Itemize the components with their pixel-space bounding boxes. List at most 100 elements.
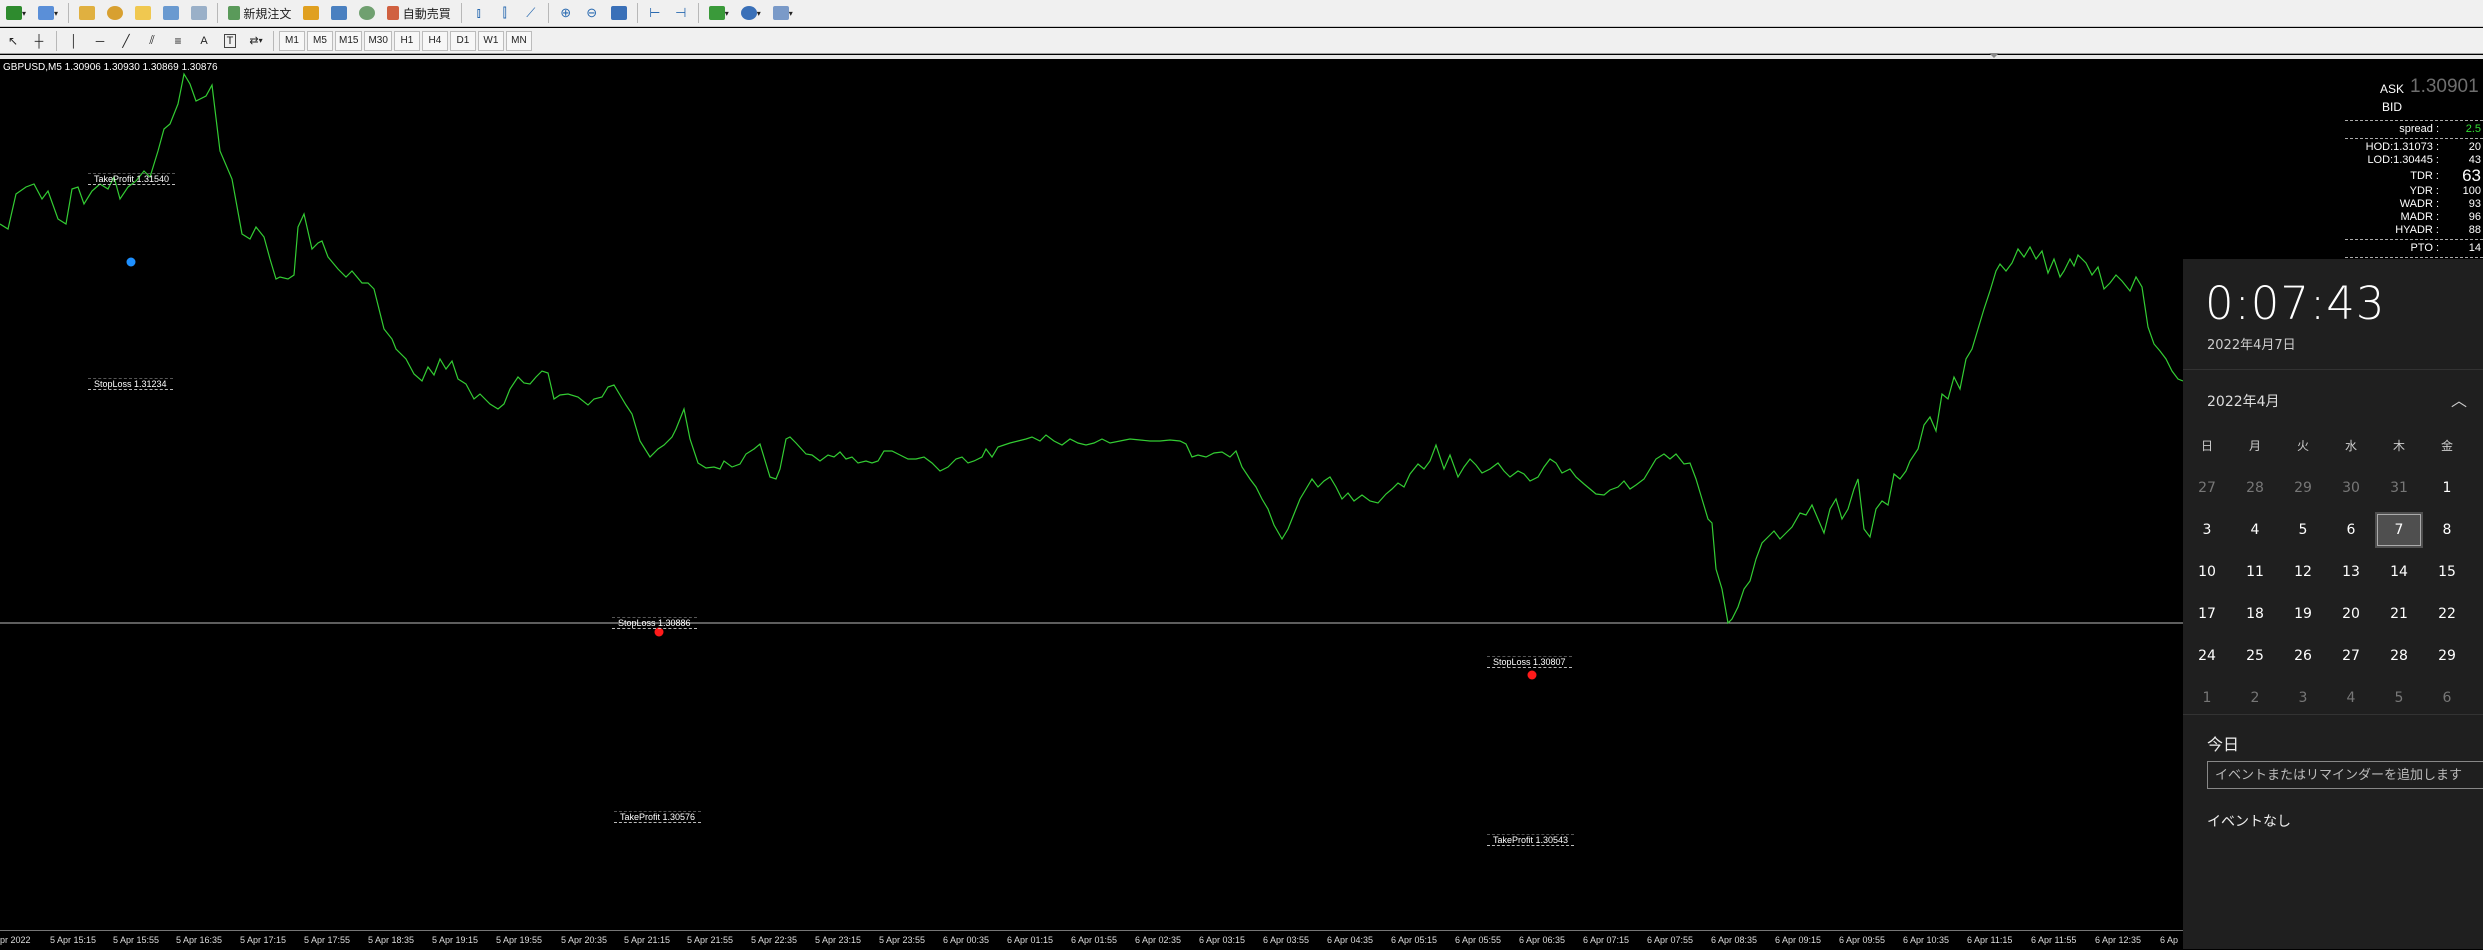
strategy-tester-icon[interactable] <box>187 2 211 24</box>
event-input[interactable] <box>2207 761 2483 789</box>
timeframe-h1-button[interactable]: H1 <box>393 30 420 51</box>
profiles-button[interactable]: ▾ <box>34 2 62 24</box>
cursor-icon[interactable]: ↖ <box>2 30 24 52</box>
calendar-day[interactable]: 20 <box>2327 596 2375 632</box>
calendar-day[interactable]: 6 <box>2327 512 2375 548</box>
calendar-day[interactable]: 24 <box>2183 638 2231 674</box>
chart-shift-marker-icon[interactable] <box>1989 53 1999 58</box>
stop-loss-label[interactable]: StopLoss 1.30886 <box>612 617 697 629</box>
signals-icon[interactable] <box>327 2 351 24</box>
clock-date[interactable]: 2022年4月7日 <box>2207 334 2296 353</box>
calendar-day[interactable]: 5 <box>2375 680 2423 716</box>
calendar-day[interactable]: 15 <box>2423 554 2471 590</box>
timeframe-m15-button[interactable]: M15 <box>335 30 363 51</box>
calendar-day[interactable]: 14 <box>2375 554 2423 590</box>
wadr-value: 93 <box>2468 198 2481 210</box>
timeframe-h4-button[interactable]: H4 <box>421 30 448 51</box>
calendar-day[interactable]: 17 <box>2183 596 2231 632</box>
calendar-day[interactable]: 27 <box>2327 638 2375 674</box>
navigator-icon[interactable] <box>103 2 127 24</box>
calendar-day[interactable]: 28 <box>2231 470 2279 506</box>
calendar-day[interactable]: 25 <box>2231 638 2279 674</box>
take-profit-label[interactable]: TakeProfit 1.30576 <box>614 811 702 823</box>
calendar-day[interactable]: 31 <box>2375 470 2423 506</box>
take-profit-label[interactable]: TakeProfit 1.30543 <box>1487 834 1575 846</box>
chart-shift-icon[interactable]: ⊢ <box>644 2 666 24</box>
timeframe-w1-button[interactable]: W1 <box>477 30 504 51</box>
fibonacci-icon[interactable]: ≡ <box>167 30 189 52</box>
timeframe-m5-button[interactable]: M5 <box>307 30 333 51</box>
calendar-day[interactable]: 28 <box>2375 638 2423 674</box>
sell-marker[interactable] <box>1527 670 1537 680</box>
crosshair-icon[interactable]: ┼ <box>28 30 50 52</box>
chevron-up-icon[interactable]: ︿ <box>2451 387 2467 411</box>
calendar-day[interactable]: 21 <box>2375 596 2423 632</box>
calendar-day[interactable]: 18 <box>2231 596 2279 632</box>
divider <box>2345 239 2483 240</box>
buy-marker[interactable] <box>126 257 136 267</box>
trendline-icon[interactable]: ╱ <box>115 30 137 52</box>
timeframe-m1-button[interactable]: M1 <box>279 30 305 51</box>
line-chart-icon[interactable]: ⟋ <box>520 2 542 24</box>
calendar-day[interactable]: 10 <box>2183 554 2231 590</box>
timeframe-mn-button[interactable]: MN <box>505 30 532 51</box>
stop-loss-label[interactable]: StopLoss 1.30807 <box>1487 656 1572 668</box>
month-title[interactable]: 2022年4月 <box>2207 391 2280 411</box>
arrows-icon[interactable]: ⇄ ▾ <box>245 30 267 52</box>
calendar-day[interactable]: 2 <box>2231 680 2279 716</box>
bar-chart-icon[interactable]: ⫾ <box>468 2 490 24</box>
time-axis-label: 6 Apr 12:35 <box>2095 935 2142 945</box>
take-profit-label[interactable]: TakeProfit 1.31540 <box>88 173 176 185</box>
calendar-day[interactable]: 11 <box>2231 554 2279 590</box>
calendar-day-today[interactable]: 7 <box>2375 512 2423 548</box>
terminal-icon[interactable] <box>159 2 183 24</box>
calendar-day[interactable]: 26 <box>2279 638 2327 674</box>
new-order-label: 新規注文 <box>243 6 292 21</box>
calendar-day[interactable]: 12 <box>2279 554 2327 590</box>
calendar-day[interactable]: 3 <box>2183 512 2231 548</box>
calendar-day[interactable]: 4 <box>2327 680 2375 716</box>
market-icon[interactable] <box>355 2 379 24</box>
calendar-day[interactable]: 6 <box>2423 680 2471 716</box>
indicators-button[interactable]: ▾ <box>705 2 733 24</box>
time-axis-label: 6 Apr 08:35 <box>1711 935 1758 945</box>
calendar-day[interactable]: 1 <box>2183 680 2231 716</box>
new-chart-button[interactable]: ▾ <box>2 2 30 24</box>
pto-value: 14 <box>2468 242 2481 254</box>
timeframe-d1-button[interactable]: D1 <box>449 30 476 51</box>
timeframe-m30-button[interactable]: M30 <box>364 30 392 51</box>
data-window-icon[interactable] <box>131 2 155 24</box>
calendar-day[interactable]: 3 <box>2279 680 2327 716</box>
market-watch-icon[interactable] <box>75 2 99 24</box>
calendar-day[interactable]: 19 <box>2279 596 2327 632</box>
candlestick-icon[interactable]: ⫿ <box>494 2 516 24</box>
calendar-day[interactable]: 27 <box>2183 470 2231 506</box>
calendar-day[interactable]: 5 <box>2279 512 2327 548</box>
tile-windows-icon[interactable] <box>607 2 631 24</box>
calendar-day[interactable]: 1 <box>2423 470 2471 506</box>
calendar-day[interactable]: 4 <box>2231 512 2279 548</box>
price-chart[interactable] <box>0 59 2483 949</box>
calendar-day[interactable]: 22 <box>2423 596 2471 632</box>
autotrade-button[interactable]: 自動売買 <box>383 2 454 24</box>
time-axis-label: 5 Apr 21:15 <box>624 935 671 945</box>
text-label-icon[interactable]: T <box>219 30 241 52</box>
calendar-day[interactable]: 29 <box>2279 470 2327 506</box>
channel-icon[interactable]: ⫽ <box>141 30 163 52</box>
periods-button[interactable]: ▾ <box>737 2 765 24</box>
zoom-in-icon[interactable]: ⊕ <box>555 2 577 24</box>
calendar-day[interactable]: 13 <box>2327 554 2375 590</box>
calendar-day[interactable]: 29 <box>2423 638 2471 674</box>
horizontal-line-icon[interactable]: ─ <box>89 30 111 52</box>
new-order-button[interactable]: 新規注文 <box>224 2 295 24</box>
text-icon[interactable]: A <box>193 30 215 52</box>
zoom-out-icon[interactable]: ⊖ <box>581 2 603 24</box>
vertical-line-icon[interactable]: │ <box>63 30 85 52</box>
autoscroll-icon[interactable]: ⊣ <box>670 2 692 24</box>
templates-button[interactable]: ▾ <box>769 2 797 24</box>
metaeditor-icon[interactable] <box>299 2 323 24</box>
calendar-day[interactable]: 30 <box>2327 470 2375 506</box>
calendar-day[interactable]: 8 <box>2423 512 2471 548</box>
weekday-label: 火 <box>2296 439 2309 453</box>
stop-loss-label[interactable]: StopLoss 1.31234 <box>88 378 173 390</box>
